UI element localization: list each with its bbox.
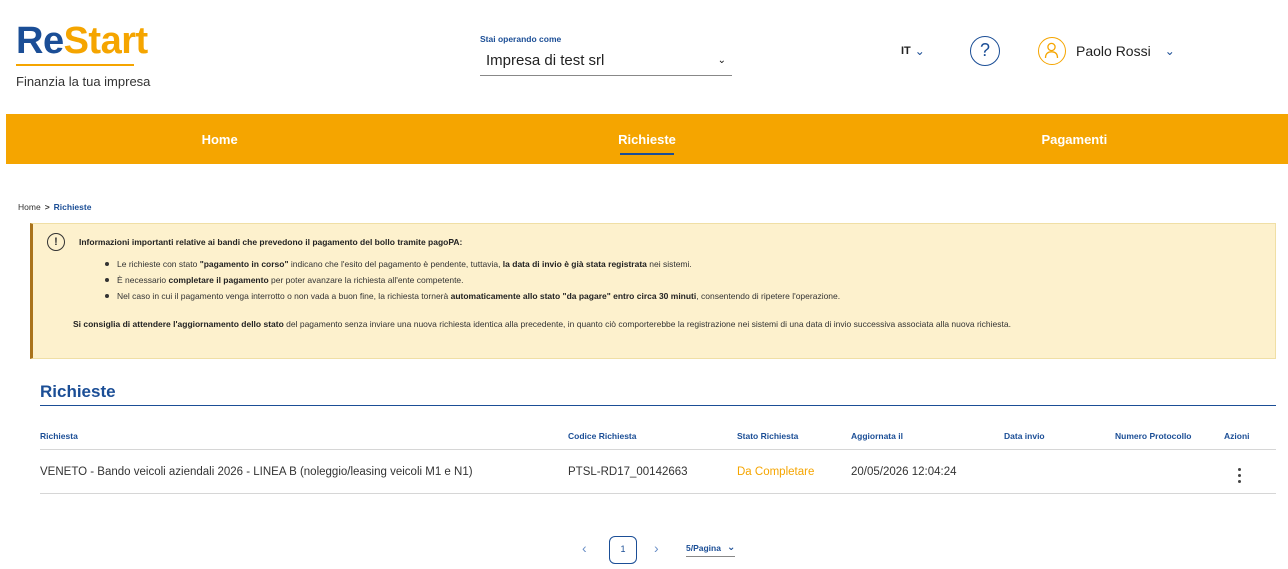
status-badge: Da Completare (737, 465, 815, 478)
column-header-azioni: Azioni (1224, 430, 1250, 441)
user-avatar-icon (1038, 37, 1066, 65)
column-header-stato: Stato Richiesta (737, 430, 799, 441)
breadcrumb-home[interactable]: Home (18, 202, 41, 212)
page-number-current[interactable]: 1 (609, 536, 637, 564)
alert-item: Le richieste con stato "pagamento in cor… (105, 256, 1261, 272)
alert-text: indicano che l'esito del pagamento è pen… (288, 259, 503, 269)
user-menu[interactable]: Paolo Rossi ⌄ (1038, 37, 1175, 65)
pagination: ‹ 1 › 5/Pagina ⌄ (6, 536, 1288, 566)
company-select[interactable]: Impresa di test srl ⌄ (480, 50, 732, 76)
alert-text: nei sistemi. (646, 259, 692, 269)
logo-tagline: Finanzia la tua impresa (16, 74, 151, 89)
chevron-left-icon[interactable]: ‹ (582, 540, 587, 556)
cell-aggiornata: 20/05/2026 12:04:24 (851, 465, 957, 478)
nav-item-richieste[interactable]: Richieste (433, 114, 860, 164)
user-name: Paolo Rossi (1076, 43, 1151, 59)
alert-item: Nel caso in cui il pagamento venga inter… (105, 288, 1261, 304)
cell-richiesta: VENETO - Bando veicoli aziendali 2026 - … (40, 465, 473, 478)
alert-text-bold: Si consiglia di attendere l'aggiornament… (73, 319, 284, 329)
language-selector[interactable]: IT ⌄ (901, 44, 925, 58)
column-header-aggiornata: Aggiornata il (851, 430, 903, 441)
row-actions-kebab-icon[interactable] (1236, 468, 1242, 483)
logo[interactable]: ReStart Finanzia la tua impresa (16, 20, 150, 89)
table-header: Richiesta Codice Richiesta Stato Richies… (40, 422, 1276, 450)
chevron-down-icon: ⌄ (717, 55, 726, 66)
table-row: VENETO - Bando veicoli aziendali 2026 - … (40, 450, 1276, 494)
alert-text: del pagamento senza inviare una nuova ri… (283, 319, 1011, 329)
alert-text-bold: automaticamente allo stato "da pagare" e… (450, 291, 697, 301)
operating-as: Stai operando come Impresa di test srl ⌄ (480, 34, 732, 76)
main-nav: Home Richieste Pagamenti (6, 114, 1288, 164)
nav-item-home[interactable]: Home (6, 114, 433, 164)
warning-icon: ! (47, 233, 65, 251)
column-header-protocollo: Numero Protocollo (1115, 430, 1192, 441)
nav-item-pagamenti[interactable]: Pagamenti (861, 114, 1288, 164)
logo-wordmark: ReStart (16, 20, 150, 62)
operating-as-label: Stai operando come (480, 34, 562, 44)
section-title: Richieste (40, 382, 116, 401)
chevron-down-icon: ⌄ (1164, 44, 1175, 58)
page-size-value: 5/Pagina (686, 542, 721, 553)
alert-text-bold: completare il pagamento (168, 275, 269, 285)
language-value: IT (901, 45, 911, 57)
logo-re: Re (16, 20, 64, 62)
page-size-select[interactable]: 5/Pagina ⌄ (686, 542, 736, 557)
breadcrumb: Home > Richieste (18, 202, 91, 212)
alert-footer: Si consiglia di attendere l'aggiornament… (73, 316, 1261, 332)
chevron-down-icon: ⌄ (914, 44, 925, 58)
alert-item: È necessario completare il pagamento per… (105, 272, 1261, 288)
column-header-data-invio: Data invio (1004, 430, 1045, 441)
alert-list: Le richieste con stato "pagamento in cor… (105, 256, 1261, 304)
breadcrumb-current: Richieste (53, 202, 92, 212)
cell-codice: PTSL-RD17_00142663 (568, 465, 688, 478)
alert-text: È necessario (117, 275, 169, 285)
alert-text: Le richieste con stato (117, 259, 200, 269)
chevron-right-icon[interactable]: › (654, 540, 659, 556)
logo-start: Start (63, 20, 149, 62)
alert-text: per poter avanzare la richiesta all'ente… (268, 275, 464, 285)
alert-text-bold: la data di invio è già stata registrata (502, 259, 647, 269)
alert-text-bold: "pagamento in corso" (199, 259, 289, 269)
chevron-down-icon: ⌄ (726, 542, 736, 553)
app-window: ReStart Finanzia la tua impresa Stai ope… (6, 4, 1288, 569)
section-divider (40, 405, 1276, 406)
company-select-value: Impresa di test srl (486, 52, 605, 69)
alert-title: Informazioni importanti relative ai band… (79, 237, 463, 247)
alert-text: Nel caso in cui il pagamento venga inter… (117, 291, 451, 301)
header: ReStart Finanzia la tua impresa Stai ope… (6, 4, 1288, 114)
alert-text: , consentendo di ripetere l'operazione. (696, 291, 841, 301)
help-icon[interactable]: ? (970, 36, 1000, 66)
logo-underline (16, 64, 134, 66)
column-header-richiesta: Richiesta (40, 430, 78, 441)
info-alert: ! Informazioni importanti relative ai ba… (30, 223, 1276, 359)
column-header-codice: Codice Richiesta (568, 430, 637, 441)
person-icon (1044, 42, 1059, 59)
breadcrumb-separator: > (44, 202, 50, 212)
